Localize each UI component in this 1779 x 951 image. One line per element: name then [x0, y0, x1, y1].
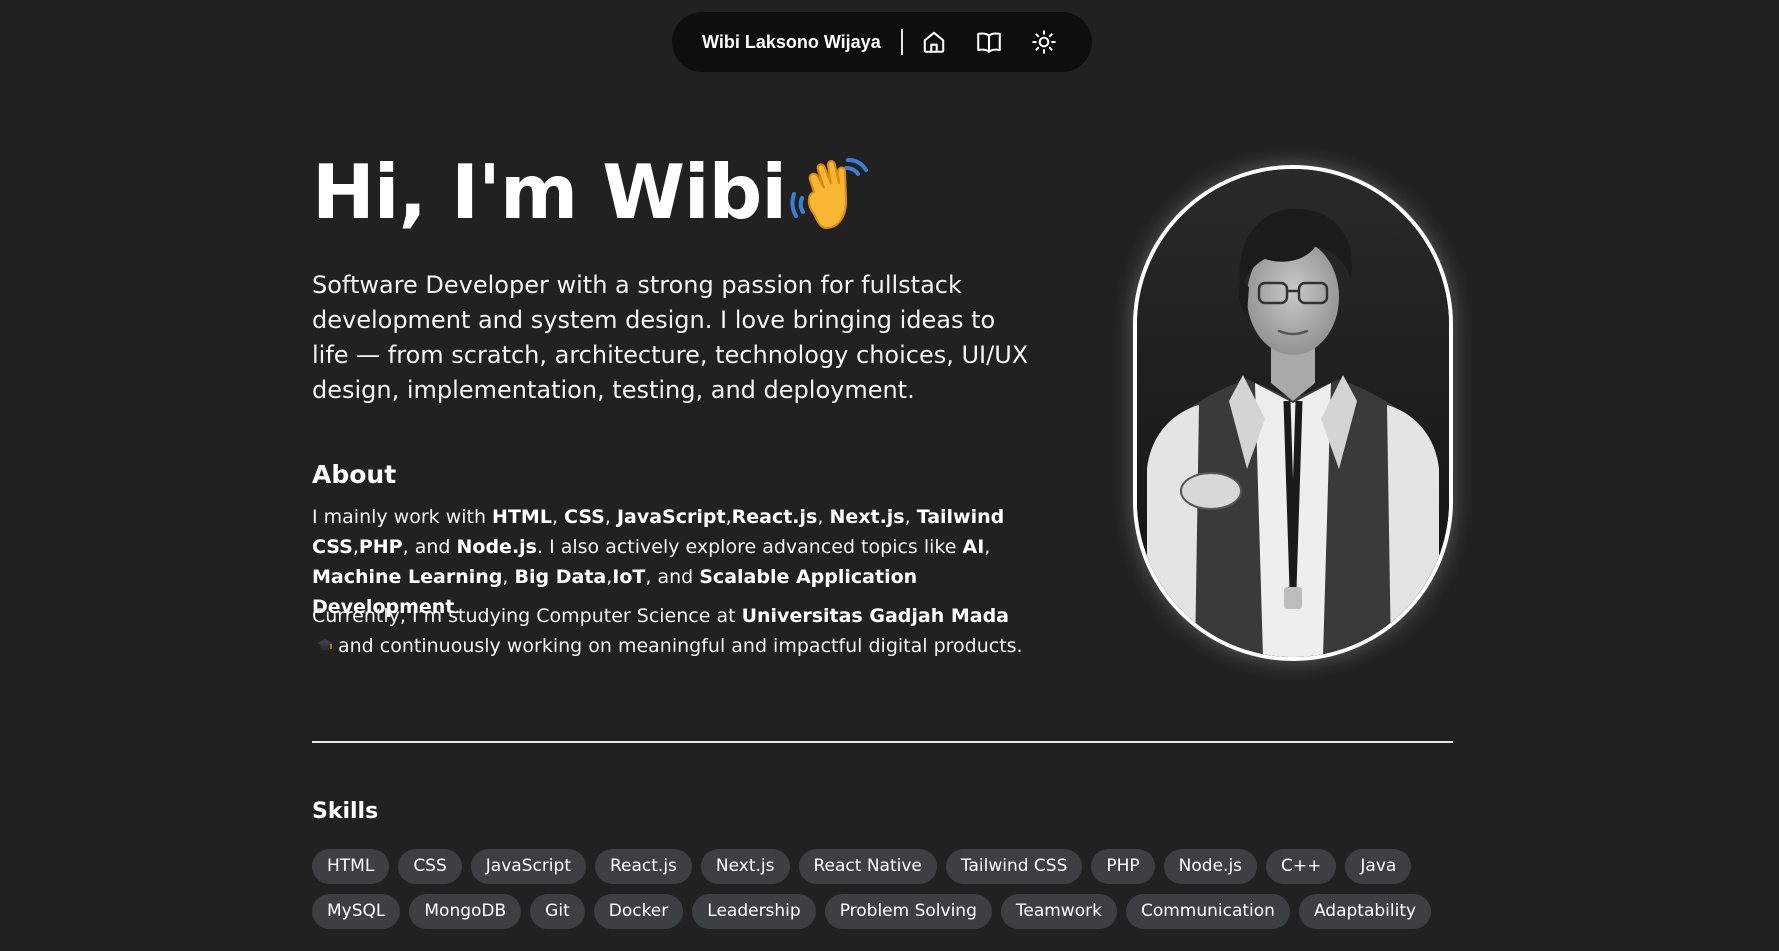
- topic-ml: Machine Learning: [312, 566, 503, 588]
- skill-chip: Next.js: [700, 849, 790, 884]
- graduation-cap-emoji: [316, 633, 334, 651]
- about-text: ,: [502, 566, 515, 588]
- topic-iot: IoT: [612, 566, 646, 588]
- topic-bigdata: Big Data: [514, 566, 607, 588]
- skill-chip: Leadership: [692, 894, 816, 929]
- skill-chip: MongoDB: [409, 894, 522, 929]
- skill-chip: Node.js: [1163, 849, 1258, 884]
- profile-photo: [1133, 165, 1453, 661]
- skill-chip: JavaScript: [470, 849, 586, 884]
- skill-chip: React Native: [798, 849, 937, 884]
- skill-chip: Java: [1345, 849, 1412, 884]
- about-text: ,: [817, 506, 830, 528]
- hero-greeting: Hi, I'm Wibi: [312, 148, 787, 236]
- about-text: I mainly work with: [312, 506, 493, 528]
- nav-brand-name[interactable]: Wibi Laksono Wijaya: [702, 32, 881, 53]
- skill-chip: Adaptability: [1298, 894, 1432, 929]
- tech-next: Next.js: [829, 506, 905, 528]
- skills-list: HTML CSS JavaScript React.js Next.js Rea…: [312, 849, 1472, 929]
- home-icon[interactable]: [920, 28, 948, 56]
- about-heading: About: [312, 460, 397, 489]
- skill-chip: Communication: [1125, 894, 1290, 929]
- top-navbar: Wibi Laksono Wijaya: [672, 12, 1092, 72]
- section-divider: [312, 741, 1453, 743]
- about-text: ,: [904, 506, 917, 528]
- skill-chip: Git: [530, 894, 585, 929]
- sun-icon[interactable]: [1030, 28, 1058, 56]
- about-text: . I also actively explore advanced topic…: [536, 536, 963, 558]
- university-name: Universitas Gadjah Mada: [741, 605, 1009, 627]
- skill-chip: Problem Solving: [824, 894, 992, 929]
- skills-heading: Skills: [312, 799, 379, 824]
- skill-chip: C++: [1266, 849, 1337, 884]
- tech-css: CSS: [564, 506, 605, 528]
- tech-php: PHP: [358, 536, 403, 558]
- portfolio-page: Wibi Laksono Wijaya Hi, I'm Wibi Softwar…: [0, 0, 1779, 951]
- nav-divider: [900, 29, 903, 55]
- tech-javascript: JavaScript: [616, 506, 726, 528]
- skill-chip: MySQL: [312, 894, 401, 929]
- tech-html: HTML: [492, 506, 552, 528]
- skill-chip: Teamwork: [1000, 894, 1117, 929]
- skill-chip: Tailwind CSS: [945, 849, 1083, 884]
- about-text: , and: [402, 536, 457, 558]
- about-text: ,: [551, 506, 565, 528]
- waving-hand-emoji: [788, 154, 872, 234]
- skill-chip: Docker: [593, 894, 684, 929]
- book-icon[interactable]: [975, 28, 1003, 56]
- skill-chip: HTML: [312, 849, 390, 884]
- tech-node: Node.js: [456, 536, 537, 558]
- about-text: Currently, I’m studying Computer Science…: [312, 605, 742, 627]
- hero-intro: Software Developer with a strong passion…: [312, 271, 1029, 404]
- skill-chip: React.js: [594, 849, 692, 884]
- topic-ai: AI: [962, 536, 985, 558]
- about-text: ,: [604, 506, 617, 528]
- skill-chip: CSS: [398, 849, 462, 884]
- tech-react: React.js: [731, 506, 818, 528]
- about-text: , and: [645, 566, 700, 588]
- about-paragraph-study: Currently, I’m studying Computer Science…: [312, 601, 1032, 661]
- about-text: ,: [984, 536, 991, 558]
- skill-chip: PHP: [1091, 849, 1155, 884]
- about-text: and continuously working on meaningful a…: [338, 635, 1023, 657]
